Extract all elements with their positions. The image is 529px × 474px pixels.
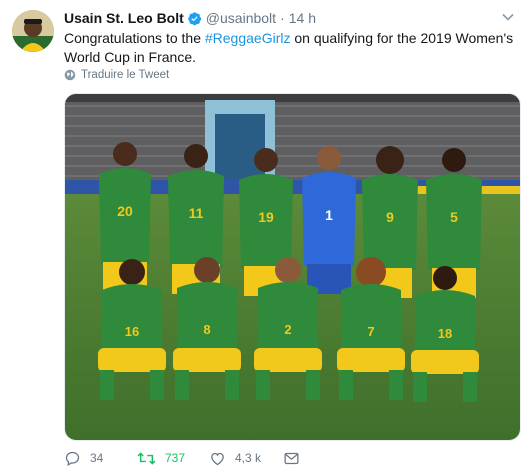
tweet-card[interactable]: Usain St. Leo Bolt @usainbolt · 14 h Con… xyxy=(0,0,529,474)
svg-text:9: 9 xyxy=(386,209,394,225)
svg-text:18: 18 xyxy=(438,326,452,341)
reply-button[interactable]: 34 xyxy=(64,447,103,469)
like-count: 4,3 k xyxy=(235,451,262,465)
translate-tweet-link[interactable]: Traduire le Tweet xyxy=(64,69,169,81)
globe-icon xyxy=(64,69,76,81)
tweet-text: Congratulations to the #ReggaeGirlz on q… xyxy=(64,29,516,67)
svg-text:5: 5 xyxy=(450,209,458,225)
retweet-button[interactable]: 737 xyxy=(137,447,185,469)
chevron-down-icon[interactable] xyxy=(501,10,515,24)
avatar[interactable] xyxy=(12,10,54,52)
svg-text:2: 2 xyxy=(284,322,291,337)
verified-badge-icon xyxy=(188,11,201,25)
retweet-count: 737 xyxy=(165,451,186,465)
handle[interactable]: @usainbolt xyxy=(206,10,276,26)
like-icon xyxy=(211,452,224,465)
tweet-text-before: Congratulations to the xyxy=(64,30,205,46)
dm-button[interactable] xyxy=(283,447,309,469)
svg-text:19: 19 xyxy=(258,209,274,225)
translate-label: Traduire le Tweet xyxy=(81,69,170,81)
svg-text:7: 7 xyxy=(367,324,374,339)
reply-icon xyxy=(65,451,80,466)
svg-text:20: 20 xyxy=(117,203,133,219)
separator: · xyxy=(280,10,285,26)
dm-icon xyxy=(284,452,299,464)
hashtag-link[interactable]: #ReggaeGirlz xyxy=(205,30,291,46)
display-name[interactable]: Usain St. Leo Bolt xyxy=(64,10,184,26)
reply-count: 34 xyxy=(90,451,104,465)
like-button[interactable]: 4,3 k xyxy=(209,447,261,469)
team-photo: 20 11 19 1 9 5 16 8 2 7 18 xyxy=(65,94,520,440)
svg-text:11: 11 xyxy=(189,205,204,221)
svg-text:16: 16 xyxy=(125,324,139,339)
tweet-photo[interactable]: 20 11 19 1 9 5 16 8 2 7 18 xyxy=(64,93,521,441)
retweet-icon xyxy=(137,451,156,465)
tweet-actions: 34 737 4,3 k xyxy=(64,447,364,469)
svg-text:1: 1 xyxy=(325,207,333,223)
timestamp[interactable]: 14 h xyxy=(289,10,316,26)
svg-text:8: 8 xyxy=(203,322,210,337)
tweet-header: Usain St. Leo Bolt @usainbolt · 14 h xyxy=(64,9,316,27)
